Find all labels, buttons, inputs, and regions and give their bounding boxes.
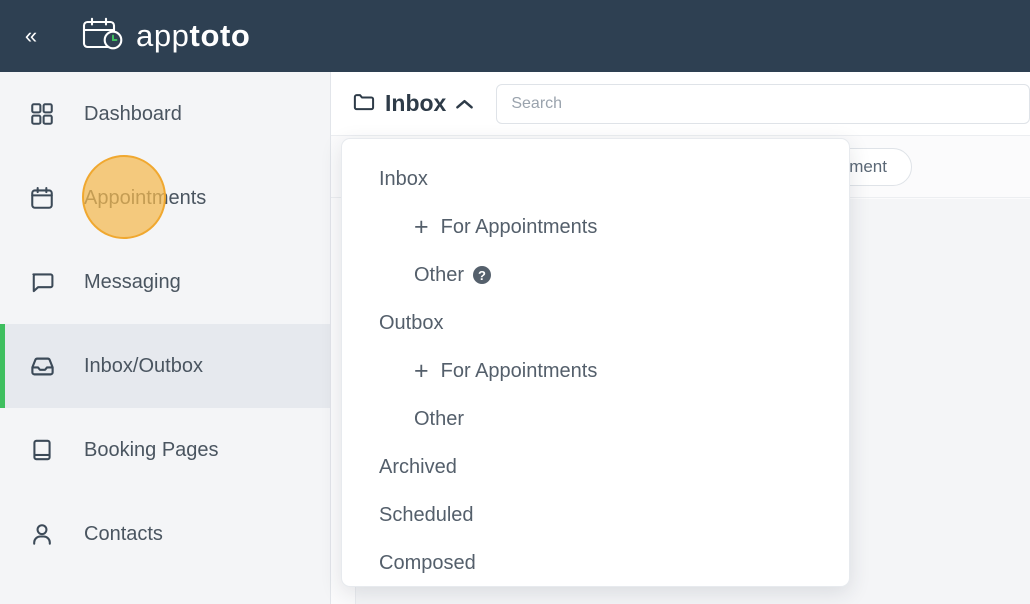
sidebar-item-label: Messaging xyxy=(84,270,181,293)
calendar-icon xyxy=(22,185,62,211)
dropdown-item-label: Other xyxy=(414,407,465,430)
dropdown-item-label: Archived xyxy=(379,455,457,478)
sidebar-item-label: Appointments xyxy=(84,186,207,209)
brand-word-light: app xyxy=(136,18,190,53)
sidebar-item-label: Inbox/Outbox xyxy=(84,354,203,377)
dropdown-item-composed[interactable]: Composed xyxy=(342,539,849,586)
dropdown-item-inbox-for-appointments[interactable]: + For Appointments xyxy=(342,203,849,251)
grid-icon xyxy=(22,101,62,127)
search-input[interactable] xyxy=(496,83,1030,124)
brand-wordmark: apptoto xyxy=(136,18,250,54)
sidebar-item-inbox-outbox[interactable]: Inbox/Outbox xyxy=(0,324,330,408)
dropdown-item-inbox[interactable]: Inbox xyxy=(342,155,849,203)
sidebar-item-contacts[interactable]: Contacts xyxy=(0,492,330,576)
main-sidebar: Dashboard Appointments Messaging Inbox/O… xyxy=(0,72,331,604)
dropdown-item-outbox-other[interactable]: Other xyxy=(342,395,849,443)
book-icon xyxy=(22,437,62,463)
dropdown-item-inbox-other[interactable]: Other ? xyxy=(342,251,849,299)
folder-icon xyxy=(351,90,376,118)
dropdown-item-outbox[interactable]: Outbox xyxy=(342,299,849,347)
sidebar-item-label: Dashboard xyxy=(84,102,182,125)
brand-logo[interactable]: apptoto xyxy=(82,17,250,56)
sidebar-item-messaging[interactable]: Messaging xyxy=(0,240,330,324)
dropdown-item-scheduled[interactable]: Scheduled xyxy=(342,491,849,539)
current-folder-label: Inbox xyxy=(385,90,447,116)
dropdown-item-label: Scheduled xyxy=(379,503,474,526)
sidebar-item-label: Contacts xyxy=(84,522,163,545)
sidebar-item-booking-pages[interactable]: Booking Pages xyxy=(0,408,330,492)
sidebar-collapse-button[interactable]: « xyxy=(0,0,62,72)
help-icon[interactable]: ? xyxy=(473,266,492,284)
dropdown-item-archived[interactable]: Archived xyxy=(342,443,849,491)
calendar-clock-icon xyxy=(82,17,124,56)
brand-word-bold: toto xyxy=(189,18,251,53)
dropdown-item-label: Inbox xyxy=(379,167,428,190)
person-icon xyxy=(22,521,62,547)
dropdown-item-outbox-for-appointments[interactable]: + For Appointments xyxy=(342,347,849,395)
plus-icon: + xyxy=(414,212,429,241)
sidebar-item-dashboard[interactable]: Dashboard xyxy=(0,72,330,156)
inbox-toolbar: Inbox xyxy=(331,72,1030,136)
dropdown-item-label: Other xyxy=(414,263,465,286)
folder-selector-button[interactable]: Inbox xyxy=(351,90,474,118)
double-chevron-left-icon: « xyxy=(24,23,38,48)
plus-icon: + xyxy=(414,356,429,385)
dropdown-item-label: For Appointments xyxy=(440,215,598,238)
inbox-icon xyxy=(22,353,62,380)
dropdown-item-label: Composed xyxy=(379,551,476,574)
folder-dropdown-menu: Inbox + For Appointments Other ? Outbox … xyxy=(341,138,850,587)
chat-icon xyxy=(22,269,62,295)
sidebar-item-appointments[interactable]: Appointments xyxy=(0,156,330,240)
dropdown-item-label: Outbox xyxy=(379,311,444,334)
dropdown-item-label: For Appointments xyxy=(440,359,598,382)
chevron-up-icon xyxy=(455,98,474,111)
sidebar-item-label: Booking Pages xyxy=(84,438,219,461)
app-header-bar: « apptoto xyxy=(0,0,1030,72)
